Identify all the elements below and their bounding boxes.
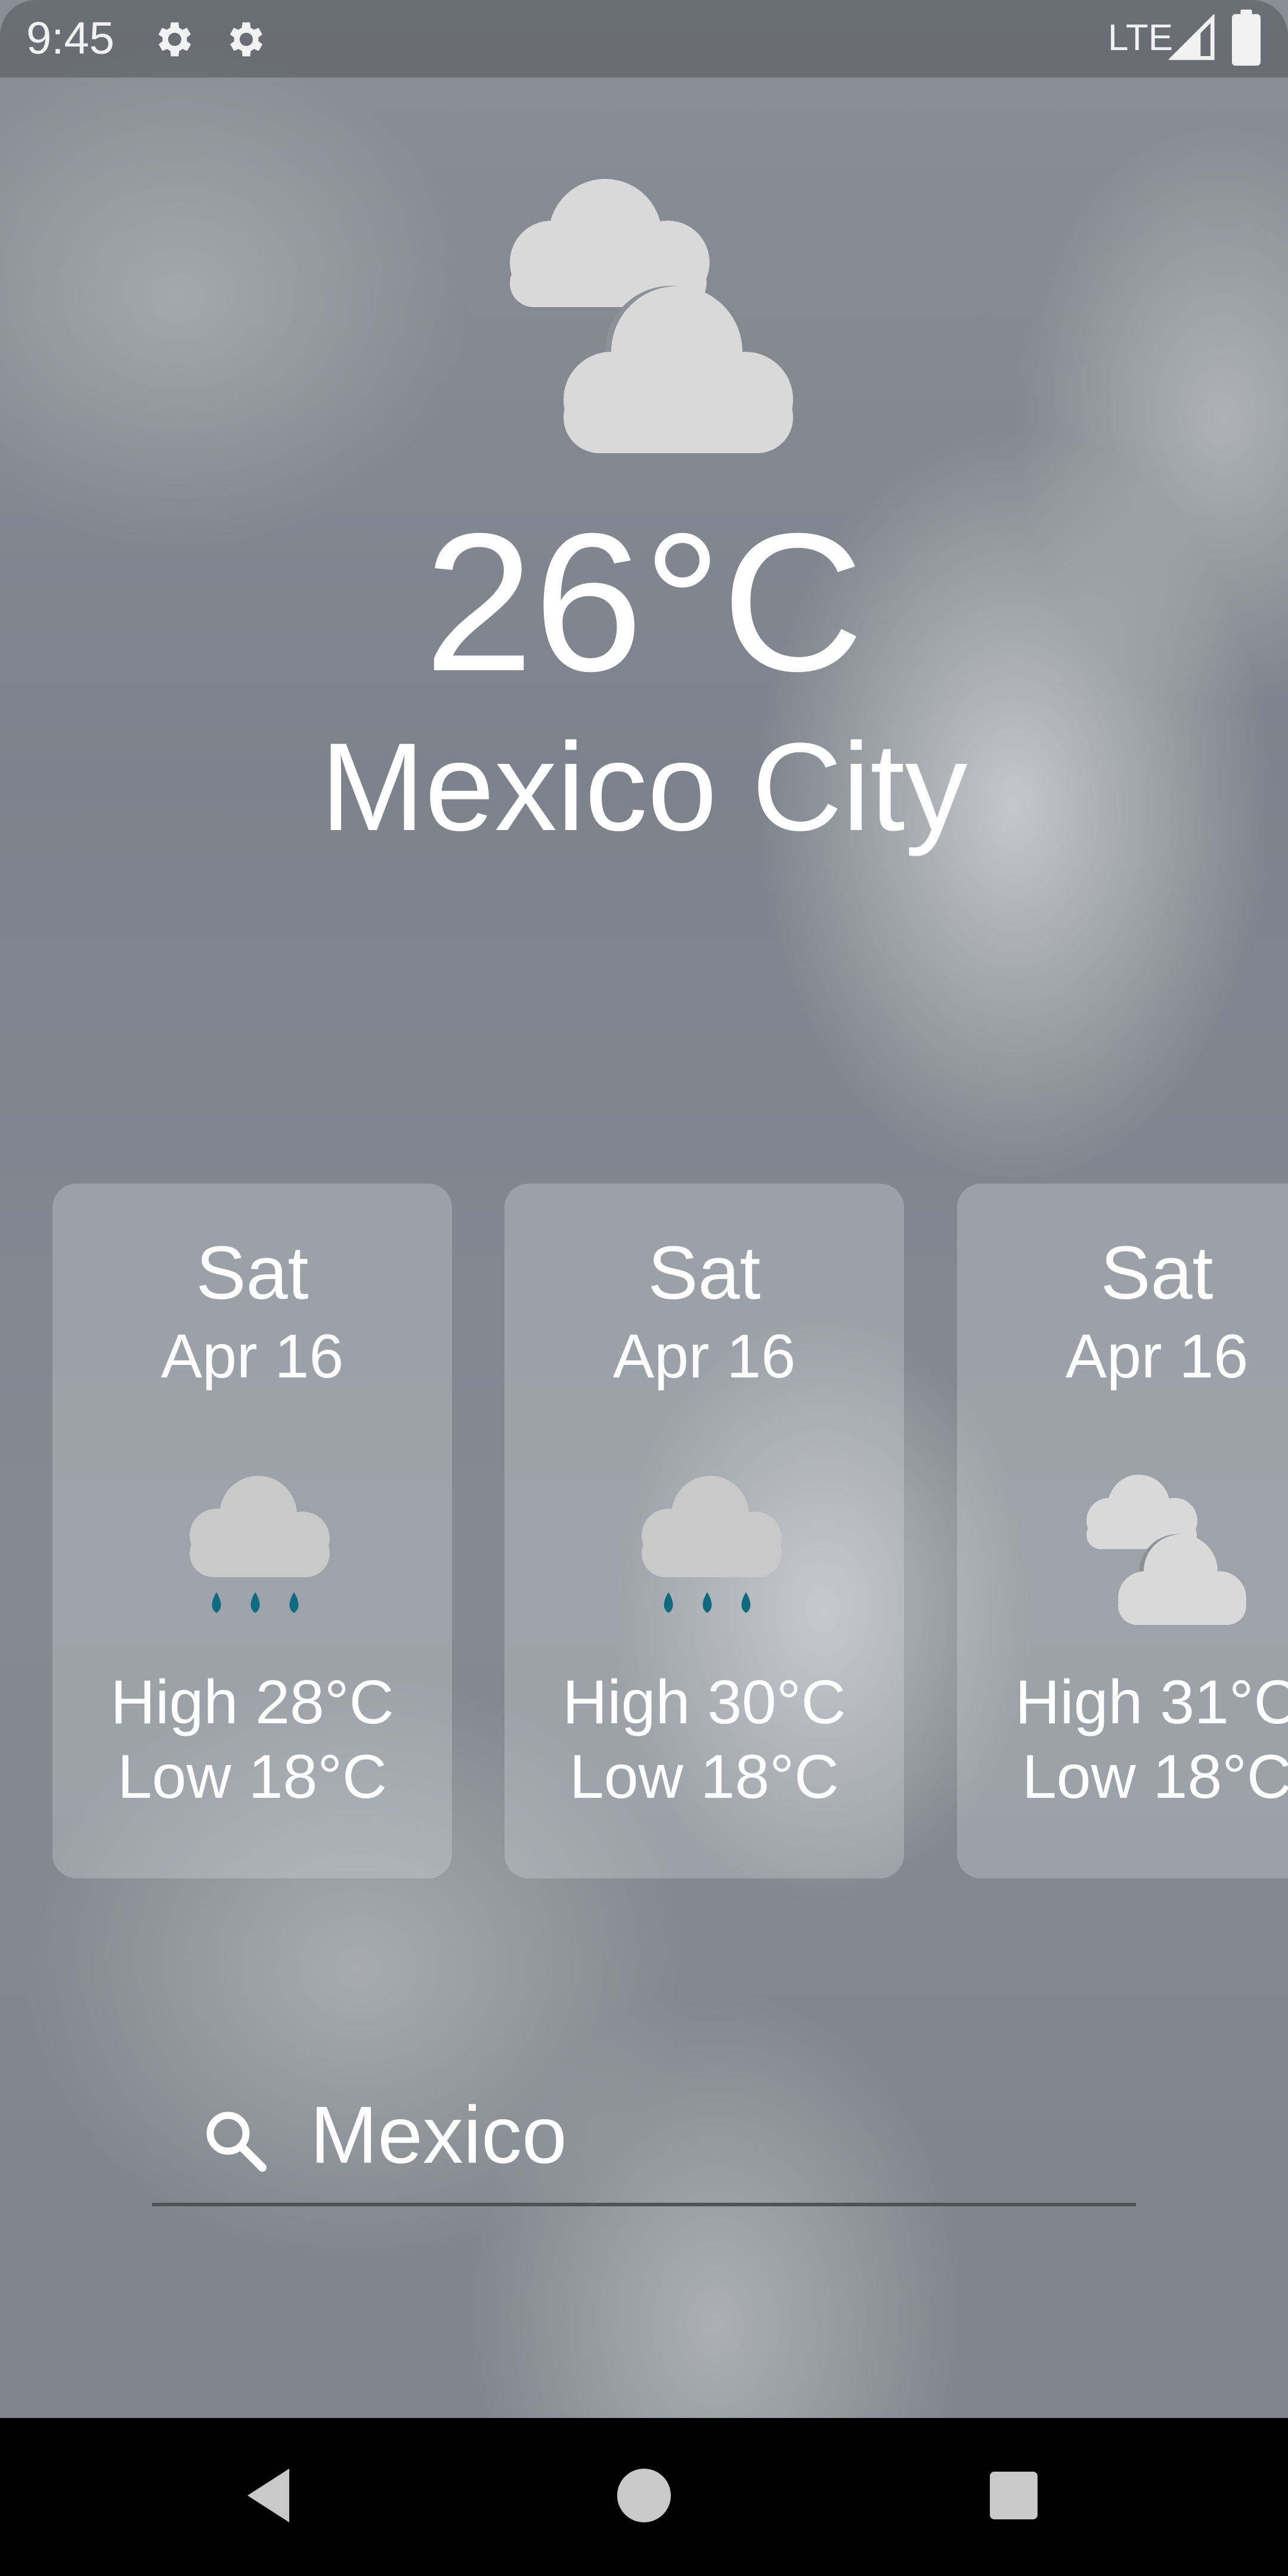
rain-icon [642, 1476, 782, 1613]
city-name: Mexico City [320, 717, 968, 857]
search-field[interactable] [152, 2063, 1136, 2206]
forecast-high: High 31°C [1015, 1668, 1288, 1737]
forecast-low: Low 18°C [117, 1742, 388, 1812]
app-screen: 9:45 LTE 26°C Mexico City Sat Apr 16 Hig… [0, 0, 1288, 2576]
back-icon[interactable] [233, 2460, 304, 2531]
search-underline [152, 2203, 1136, 2206]
settings-gear-icon [230, 22, 263, 57]
settings-gear-icon [158, 22, 191, 57]
current-temperature: 26°C [424, 492, 864, 712]
forecast-low: Low 18°C [1021, 1742, 1288, 1812]
forecast-date: Apr 16 [160, 1322, 344, 1391]
forecast-high: High 28°C [110, 1668, 394, 1737]
forecast-card[interactable]: Sat Apr 16 High 31°C Low 18°C [957, 1184, 1288, 1878]
forecast-card[interactable]: Sat Apr 16 High 28°C Low 18°C [52, 1184, 452, 1878]
partly-cloudy-icon [1086, 1475, 1246, 1625]
navigation-bar [0, 2418, 1288, 2576]
forecast-date: Apr 16 [612, 1322, 796, 1391]
recents-icon[interactable] [978, 2460, 1049, 2531]
forecast-card[interactable]: Sat Apr 16 High 30°C Low 18°C [504, 1184, 904, 1878]
forecast-day: Sat [648, 1231, 761, 1315]
forecast-high: High 30°C [562, 1668, 846, 1737]
battery-icon [1232, 10, 1261, 66]
signal-icon [1169, 14, 1215, 60]
status-time: 9:45 [26, 13, 114, 64]
network-type: LTE [1108, 17, 1174, 58]
partly-cloudy-icon [510, 179, 793, 453]
forecast-day: Sat [196, 1231, 309, 1315]
search-icon [206, 2111, 267, 2172]
rain-icon [190, 1476, 330, 1613]
status-bar: 9:45 LTE [0, 0, 1288, 78]
home-icon[interactable] [608, 2460, 680, 2531]
forecast-low: Low 18°C [569, 1742, 840, 1812]
forecast-day: Sat [1100, 1231, 1213, 1315]
search-input[interactable] [310, 2087, 1115, 2182]
forecast-date: Apr 16 [1065, 1322, 1249, 1391]
